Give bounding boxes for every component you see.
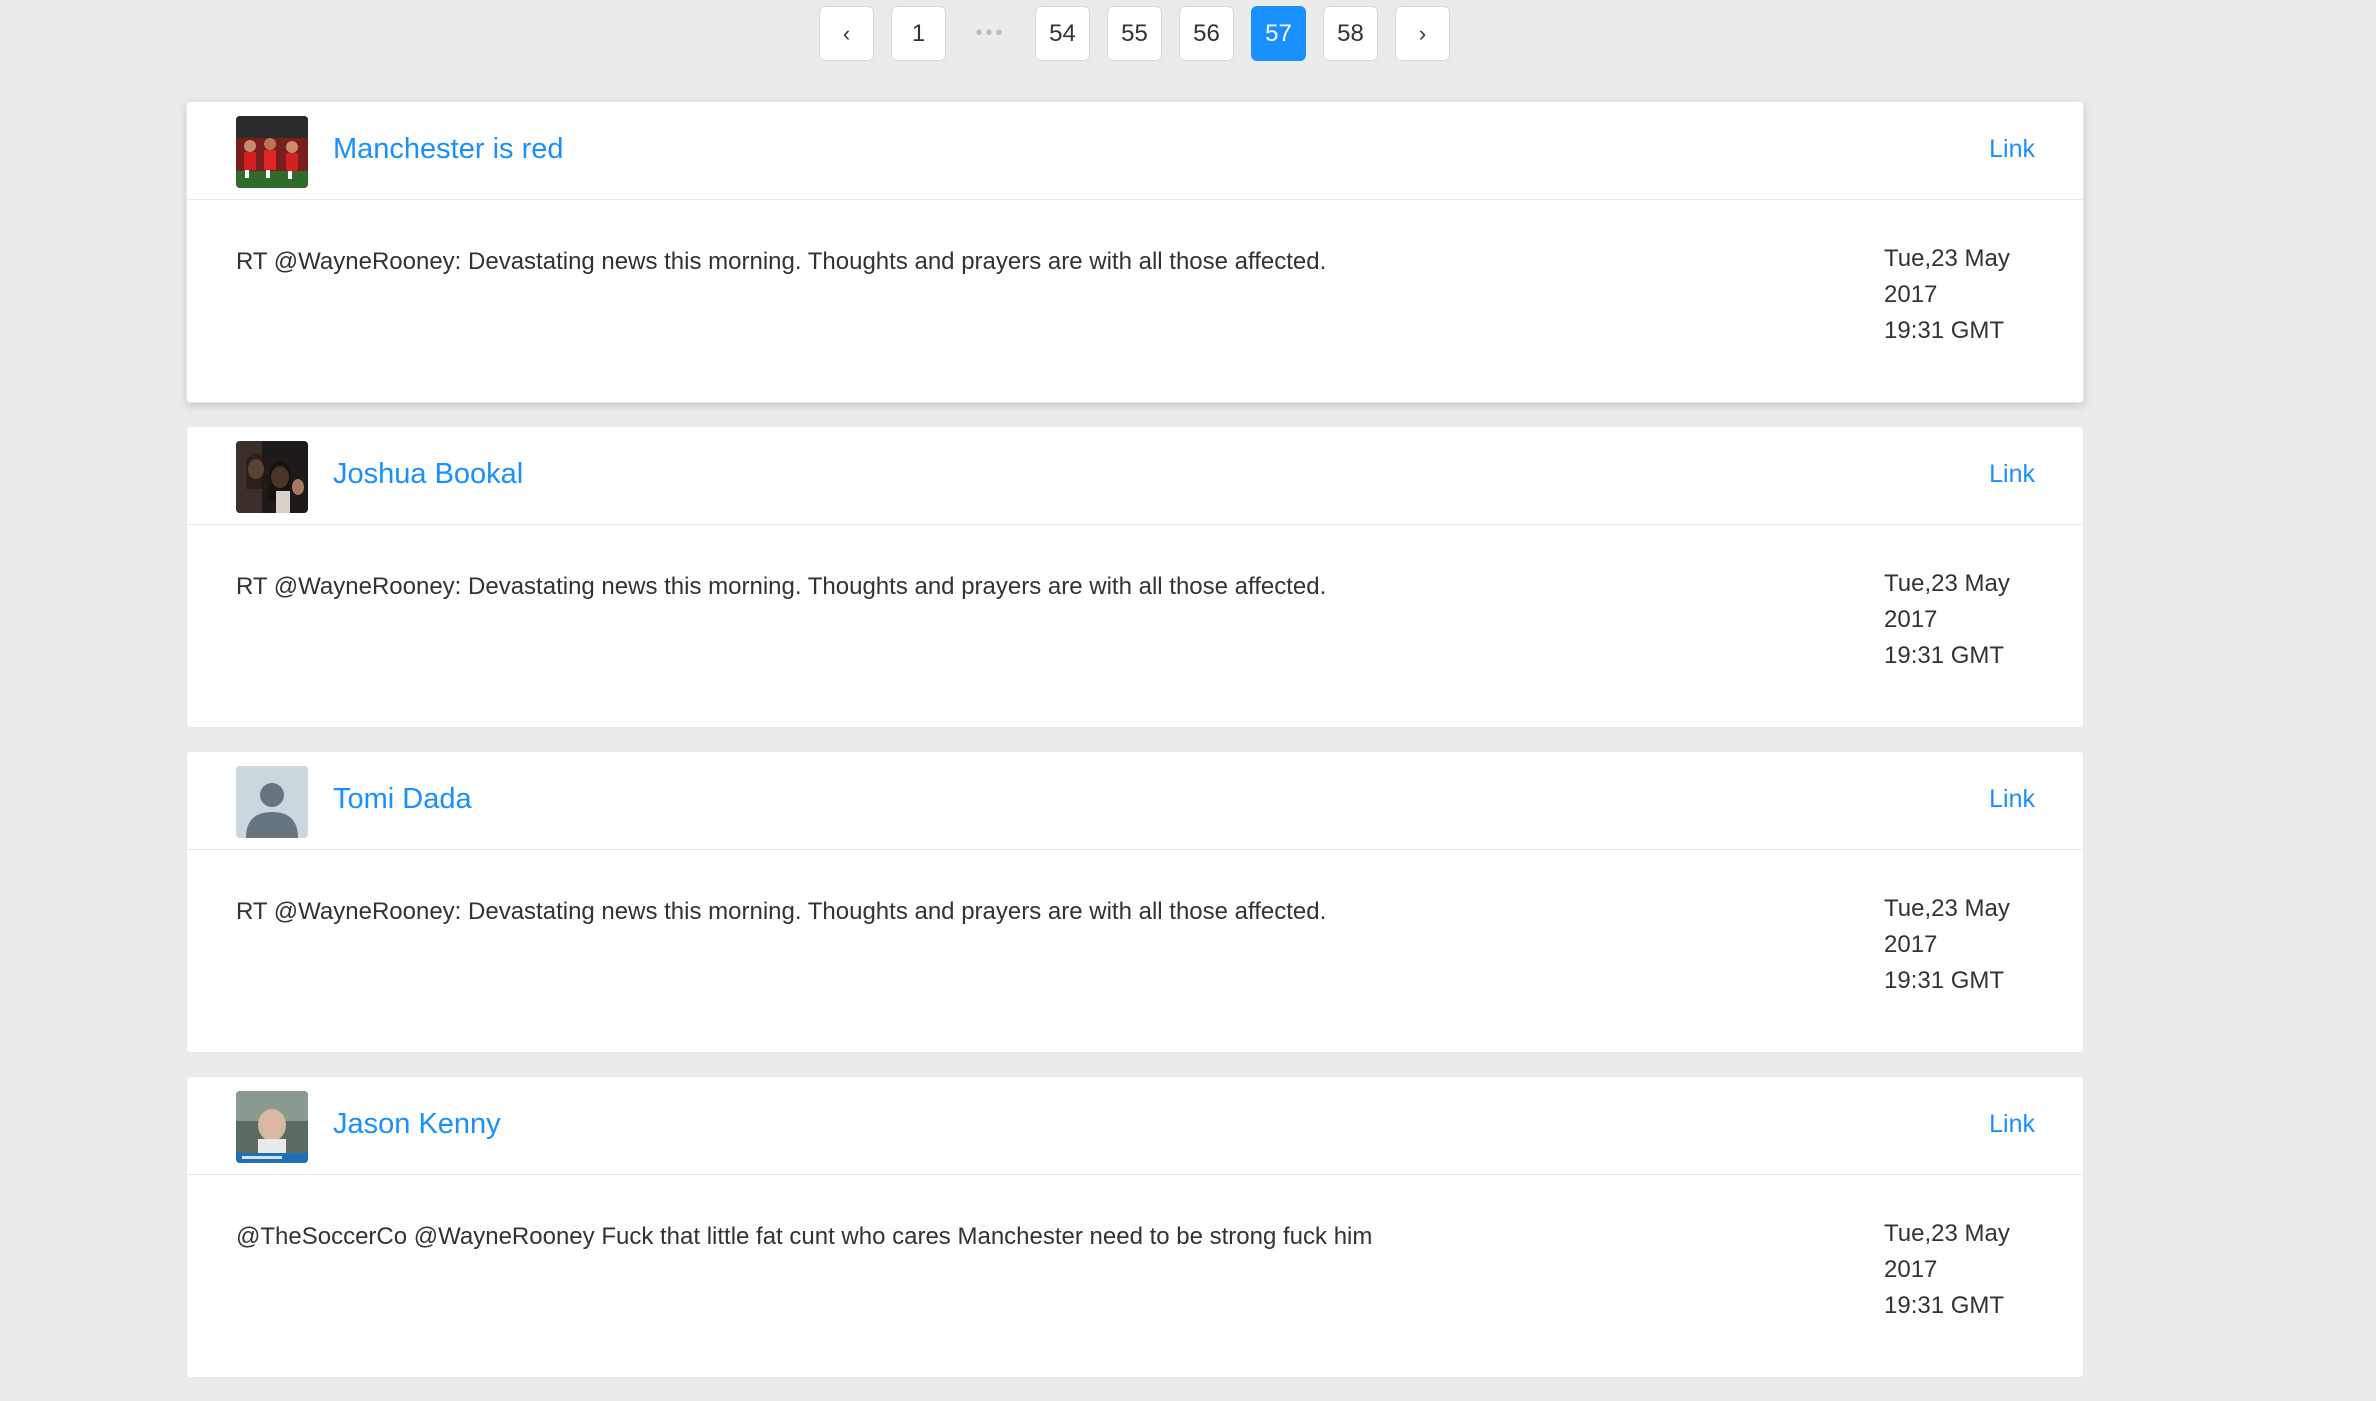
page-58-button[interactable]: 58 xyxy=(1323,6,1378,61)
avatar[interactable] xyxy=(236,766,308,838)
avatar-photo-icon xyxy=(236,441,308,513)
avatar-photo-icon xyxy=(236,1091,308,1163)
avatar[interactable] xyxy=(236,1091,308,1163)
tweet-card: Tomi Dada Link RT @WayneRooney: Devastat… xyxy=(186,751,2084,1053)
tweet-link[interactable]: Link xyxy=(1989,785,2035,814)
tweet-card-body: RT @WayneRooney: Devastating news this m… xyxy=(187,200,2083,404)
page-55-button[interactable]: 55 xyxy=(1107,6,1162,61)
tweet-link[interactable]: Link xyxy=(1989,1110,2035,1139)
tweet-card-header: Manchester is red Link xyxy=(187,102,2083,200)
user-name[interactable]: Tomi Dada xyxy=(333,783,472,816)
chevron-right-icon: › xyxy=(1418,20,1427,46)
tweet-date-year: 2017 xyxy=(1884,606,1938,633)
tweet-date-year: 2017 xyxy=(1884,1256,1938,1283)
page-56-button[interactable]: 56 xyxy=(1179,6,1234,61)
tweet-date-time: 19:31 GMT xyxy=(1884,317,2005,344)
tweet-date-day: Tue,23 May xyxy=(1884,245,2010,272)
tweet-card-header: Tomi Dada Link xyxy=(187,752,2083,850)
tweet-date-time: 19:31 GMT xyxy=(1884,642,2005,669)
avatar[interactable] xyxy=(236,441,308,513)
user-name[interactable]: Jason Kenny xyxy=(333,1108,501,1141)
page-1-button[interactable]: 1 xyxy=(891,6,946,61)
tweet-date: Tue,23 May 2017 19:31 GMT xyxy=(1884,241,2010,349)
tweet-text: RT @WayneRooney: Devastating news this m… xyxy=(236,248,1327,275)
tweet-date: Tue,23 May 2017 19:31 GMT xyxy=(1884,566,2010,674)
chevron-left-icon: ‹ xyxy=(842,20,851,46)
tweet-card-body: RT @WayneRooney: Devastating news this m… xyxy=(187,850,2083,1054)
tweet-date-time: 19:31 GMT xyxy=(1884,967,2005,994)
tweet-date: Tue,23 May 2017 19:31 GMT xyxy=(1884,1216,2010,1324)
tweet-date-day: Tue,23 May xyxy=(1884,1220,2010,1247)
tweet-text: @TheSoccerCo @WayneRooney Fuck that litt… xyxy=(236,1223,1373,1250)
prev-page-button[interactable]: ‹ xyxy=(819,6,874,61)
tweet-date-day: Tue,23 May xyxy=(1884,570,2010,597)
tweet-card-header: Jason Kenny Link xyxy=(187,1077,2083,1175)
tweet-date-year: 2017 xyxy=(1884,931,1938,958)
tweet-card-body: @TheSoccerCo @WayneRooney Fuck that litt… xyxy=(187,1175,2083,1379)
page-57-button-current[interactable]: 57 xyxy=(1251,6,1306,61)
tweet-card-body: RT @WayneRooney: Devastating news this m… xyxy=(187,525,2083,729)
tweet-card: Manchester is red Link RT @WayneRooney: … xyxy=(186,101,2084,403)
user-name[interactable]: Manchester is red xyxy=(333,133,564,166)
default-user-icon xyxy=(236,766,308,838)
page-54-button[interactable]: 54 xyxy=(1035,6,1090,61)
avatar-photo-icon xyxy=(236,116,308,188)
page-ellipsis[interactable]: ••• xyxy=(963,6,1018,61)
tweet-date: Tue,23 May 2017 19:31 GMT xyxy=(1884,891,2010,999)
user-name[interactable]: Joshua Bookal xyxy=(333,458,523,491)
tweet-date-year: 2017 xyxy=(1884,281,1938,308)
tweet-date-time: 19:31 GMT xyxy=(1884,1292,2005,1319)
tweet-card: Joshua Bookal Link RT @WayneRooney: Deva… xyxy=(186,426,2084,728)
tweet-card-header: Joshua Bookal Link xyxy=(187,427,2083,525)
tweet-card: Jason Kenny Link @TheSoccerCo @WayneRoon… xyxy=(186,1076,2084,1378)
tweet-text: RT @WayneRooney: Devastating news this m… xyxy=(236,898,1327,925)
next-page-button[interactable]: › xyxy=(1395,6,1450,61)
tweet-link[interactable]: Link xyxy=(1989,135,2035,164)
tweet-feed: Manchester is red Link RT @WayneRooney: … xyxy=(186,101,2084,1401)
tweet-link[interactable]: Link xyxy=(1989,460,2035,489)
tweet-date-day: Tue,23 May xyxy=(1884,895,2010,922)
pagination: ‹ 1 ••• 54 55 56 57 58 › xyxy=(819,6,1467,61)
avatar[interactable] xyxy=(236,116,308,188)
tweet-text: RT @WayneRooney: Devastating news this m… xyxy=(236,573,1327,600)
